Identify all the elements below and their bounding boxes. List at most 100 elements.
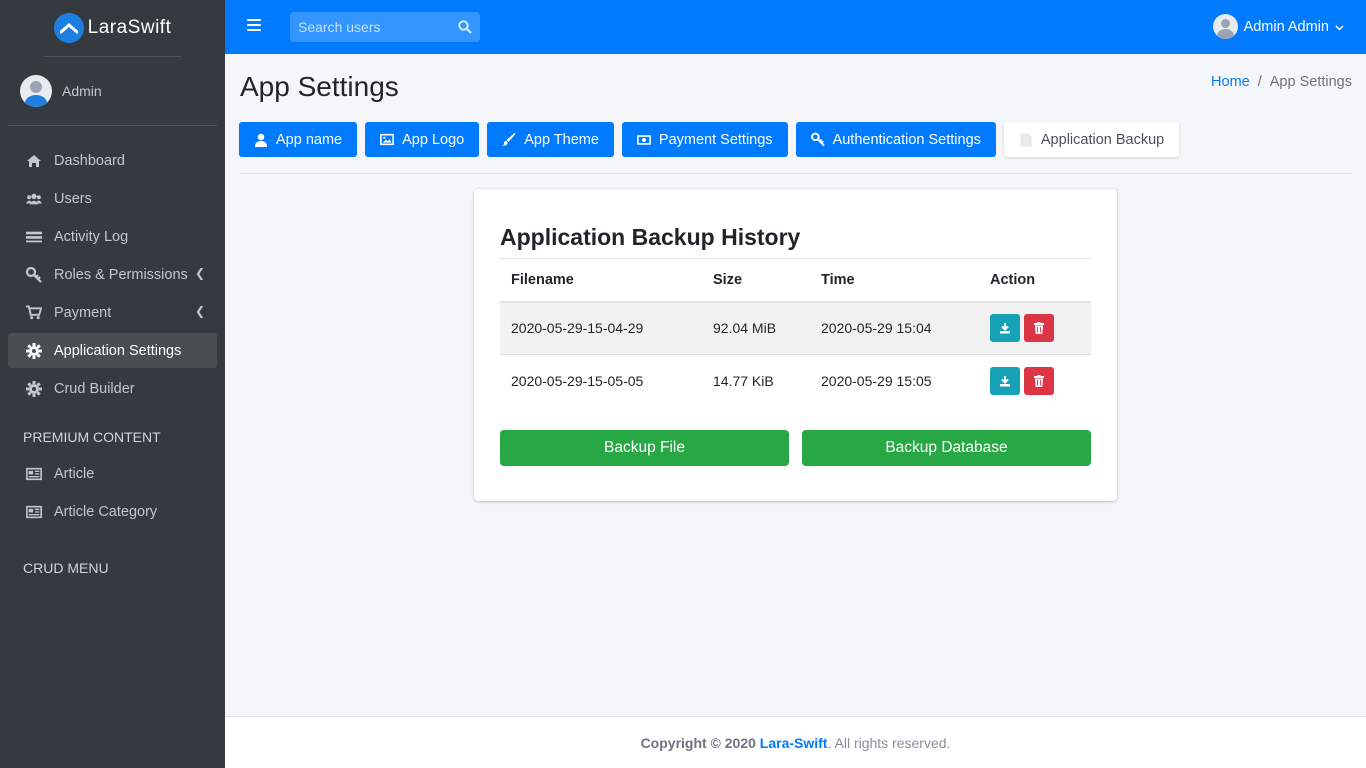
avatar (20, 75, 52, 107)
backup-filename: 2020-05-29-15-05-05 (500, 354, 702, 408)
search-form (290, 12, 480, 42)
tab-payment-settings[interactable]: Payment Settings (621, 122, 788, 157)
footer-copyright: Copyright © 2020 (640, 734, 756, 751)
users-icon (26, 191, 42, 207)
tab-app-theme[interactable]: App Theme (487, 122, 614, 157)
newspaper-icon (26, 466, 42, 482)
backup-size: 14.77 KiB (702, 354, 810, 408)
home-icon (26, 153, 42, 169)
download-icon (1000, 376, 1010, 387)
sidebar-item-label: Article Category (54, 503, 158, 520)
table-row: 2020-05-29-15-05-05 14.77 KiB 2020-05-29… (500, 354, 1091, 408)
search-icon[interactable] (458, 20, 472, 34)
trash-icon (1034, 375, 1044, 388)
sidebar-user-panel[interactable]: Admin (8, 57, 217, 126)
sidebar-item-label: Roles & Permissions (54, 266, 188, 283)
sidebar-item-label: Application Settings (54, 342, 182, 359)
sidebar-user-name[interactable]: Admin (62, 83, 102, 99)
sidebar-item-article-category[interactable]: Article Category (8, 494, 217, 529)
delete-button[interactable] (1024, 367, 1054, 396)
backup-filename: 2020-05-29-15-04-29 (500, 301, 702, 355)
sidebar-item-application-settings[interactable]: Application Settings (8, 333, 217, 368)
key-icon (26, 266, 42, 283)
table-row: 2020-05-29-15-04-29 92.04 MiB 2020-05-29… (500, 301, 1091, 355)
sidebar-item-crud-builder[interactable]: Crud Builder (8, 371, 217, 406)
brand-logo-icon (53, 13, 84, 43)
backup-time: 2020-05-29 15:05 (810, 354, 979, 408)
sidebar-item-label: Payment (54, 304, 112, 321)
search-input[interactable] (298, 19, 453, 35)
tab-authentication-settings[interactable]: Authentication Settings (795, 122, 996, 157)
tab-label: App Theme (524, 131, 599, 148)
key-icon (810, 132, 825, 147)
sidebar-item-label: Users (54, 190, 92, 207)
sidebar-item-label: Article (54, 465, 95, 482)
breadcrumb-separator: / (1257, 74, 1262, 90)
sidebar-item-dashboard[interactable]: Dashboard (8, 143, 217, 178)
footer-rights: . All rights reserved. (827, 734, 951, 751)
premium-content-header: PREMIUM CONTENT (23, 429, 161, 445)
column-header-action: Action (979, 258, 1091, 303)
tab-label: Payment Settings (658, 131, 773, 148)
brand-name: LaraSwift (87, 17, 172, 38)
sidebar-item-users[interactable]: Users (8, 181, 217, 216)
backup-file-button[interactable]: Backup File (500, 430, 789, 466)
page-title: App Settings (240, 71, 399, 102)
backup-database-button[interactable]: Backup Database (802, 430, 1091, 466)
file-icon (1019, 133, 1033, 147)
newspaper-icon (26, 504, 42, 520)
breadcrumb-home-link[interactable]: Home (1211, 74, 1250, 90)
sidebar: LaraSwift Admin Dashboard Users Activity… (0, 0, 225, 768)
hamburger-menu-icon[interactable] (247, 19, 261, 31)
list-icon (26, 229, 42, 245)
main-content: App Settings Home / App Settings App nam… (225, 54, 1366, 716)
tab-label: Application Backup (1040, 131, 1165, 148)
cart-icon (26, 305, 42, 321)
backup-time: 2020-05-29 15:04 (810, 301, 979, 355)
column-header-filename: Filename (500, 258, 702, 303)
backup-history-card: Application Backup History Filename Size… (474, 189, 1117, 501)
user-menu-name: Admin Admin (1243, 18, 1329, 35)
tab-application-backup[interactable]: Application Backup (1003, 122, 1180, 157)
sidebar-item-label: Activity Log (54, 228, 129, 245)
tab-label: App name (276, 131, 343, 148)
tab-label: App Logo (402, 131, 465, 148)
crud-menu-header: CRUD MENU (23, 560, 109, 576)
settings-tabs: App name App Logo App Theme Payment Sett… (239, 122, 1180, 157)
tab-app-logo[interactable]: App Logo (365, 122, 480, 157)
footer-brand-link[interactable]: Lara-Swift (760, 735, 828, 751)
chevron-down-icon (1335, 19, 1344, 35)
download-button[interactable] (990, 314, 1020, 343)
column-header-size: Size (702, 258, 810, 303)
top-navbar: Admin Admin (225, 0, 1366, 54)
breadcrumb-current: App Settings (1269, 74, 1352, 90)
breadcrumb: Home / App Settings (1211, 74, 1352, 90)
sidebar-item-label: Crud Builder (54, 380, 135, 397)
sidebar-item-roles-permissions[interactable]: Roles & Permissions ❮ (8, 257, 217, 292)
backup-actions (979, 354, 1091, 408)
sidebar-item-article[interactable]: Article (8, 456, 217, 491)
gear-icon (26, 380, 42, 397)
column-header-time: Time (810, 258, 979, 303)
sidebar-item-label: Dashboard (54, 152, 125, 169)
tab-label: Authentication Settings (832, 131, 981, 148)
sidebar-nav: Dashboard Users Activity Log Roles & Per… (0, 143, 225, 587)
table-header-row: Filename Size Time Action (500, 258, 1091, 303)
user-icon (254, 133, 268, 147)
money-icon (636, 133, 651, 147)
gear-icon (26, 342, 42, 359)
footer: Copyright © 2020 Lara-Swift. All rights … (225, 716, 1366, 768)
trash-icon (1034, 322, 1044, 335)
download-button[interactable] (990, 367, 1020, 396)
sidebar-item-activity-log[interactable]: Activity Log (8, 219, 217, 254)
sidebar-item-payment[interactable]: Payment ❮ (8, 295, 217, 330)
tab-app-name[interactable]: App name (239, 122, 358, 157)
download-icon (1000, 323, 1010, 334)
delete-button[interactable] (1024, 314, 1054, 343)
brush-icon (502, 132, 516, 147)
brand-link[interactable]: LaraSwift (44, 0, 181, 57)
chevron-left-icon: ❮ (194, 266, 205, 280)
backup-table: Filename Size Time Action 2020-05-29-15-… (500, 258, 1091, 408)
user-menu[interactable]: Admin Admin (1212, 14, 1344, 39)
image-icon (380, 133, 395, 147)
